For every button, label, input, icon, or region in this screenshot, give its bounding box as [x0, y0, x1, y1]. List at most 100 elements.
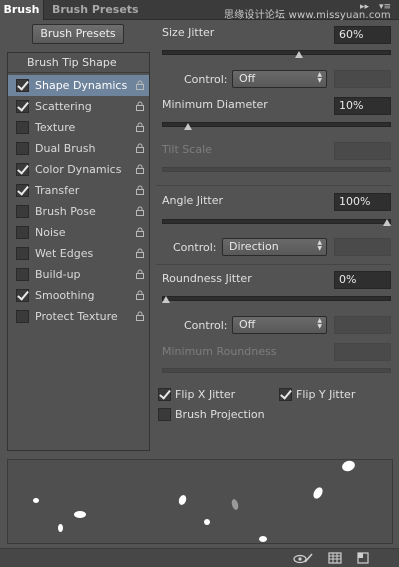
angle-jitter-slider-thumb[interactable] — [383, 219, 391, 226]
option-checkbox[interactable] — [16, 121, 29, 134]
option-checkbox[interactable] — [16, 142, 29, 155]
grid-icon[interactable] — [328, 552, 342, 564]
option-transfer[interactable]: Transfer — [8, 180, 149, 201]
section-divider — [156, 185, 391, 186]
option-shape-dynamics[interactable]: Shape Dynamics — [8, 75, 149, 96]
minimum-diameter-value[interactable]: 10% — [334, 97, 391, 115]
select-arrows-icon: ▲ ▼ — [317, 71, 322, 84]
tab-brush[interactable]: Brush — [0, 0, 44, 20]
roundness-jitter-value[interactable]: 0% — [334, 271, 391, 289]
collapse-icon[interactable]: ▸▸ — [360, 2, 369, 12]
lock-icon[interactable] — [135, 185, 145, 195]
lock-icon[interactable] — [135, 227, 145, 237]
lock-icon[interactable] — [135, 206, 145, 216]
flip-y-checkbox[interactable] — [279, 388, 292, 401]
brush-tip-shape-item[interactable]: Brush Tip Shape — [8, 53, 149, 73]
option-label: Brush Pose — [35, 205, 96, 218]
roundness-control-select[interactable]: Off ▲ ▼ — [232, 316, 327, 334]
size-control-select[interactable]: Off ▲ ▼ — [232, 70, 327, 88]
select-arrows-icon: ▲ ▼ — [317, 239, 322, 252]
lock-icon[interactable] — [135, 143, 145, 153]
roundness-jitter-slider-thumb[interactable] — [162, 296, 170, 303]
brush-presets-button[interactable]: Brush Presets — [32, 24, 124, 44]
minimum-diameter-slider[interactable] — [162, 122, 391, 127]
option-checkbox[interactable] — [16, 310, 29, 323]
size-jitter-slider-thumb[interactable] — [294, 51, 303, 58]
size-jitter-slider[interactable] — [162, 50, 391, 55]
tilt-scale-label: Tilt Scale — [162, 143, 212, 156]
brush-projection-label: Brush Projection — [175, 408, 265, 421]
option-wet-edges[interactable]: Wet Edges — [8, 243, 149, 264]
brush-options-list: Brush Tip Shape Shape Dynamics Scattering… — [7, 52, 150, 451]
size-jitter-value[interactable]: 60% — [334, 26, 391, 44]
angle-jitter-slider[interactable] — [162, 219, 391, 224]
option-checkbox[interactable] — [16, 184, 29, 197]
size-jitter-label: Size Jitter — [162, 26, 215, 39]
eye-brush-icon[interactable] — [293, 552, 313, 564]
option-smoothing[interactable]: Smoothing — [8, 285, 149, 306]
tab-brush-presets[interactable]: Brush Presets — [52, 0, 139, 20]
option-label: Color Dynamics — [35, 163, 122, 176]
preview-dab — [311, 485, 325, 501]
minimum-diameter-label: Minimum Diameter — [162, 98, 268, 111]
option-checkbox[interactable] — [16, 289, 29, 302]
option-label: Build-up — [35, 268, 81, 281]
preview-dab — [33, 498, 39, 503]
roundness-control-label: Control: — [184, 319, 228, 332]
lock-icon[interactable] — [135, 80, 145, 90]
lock-icon[interactable] — [135, 290, 145, 300]
option-checkbox[interactable] — [16, 205, 29, 218]
option-checkbox[interactable] — [16, 100, 29, 113]
option-label: Wet Edges — [35, 247, 94, 260]
roundness-jitter-slider[interactable] — [162, 296, 391, 301]
roundness-control-value: Off — [239, 318, 256, 331]
option-dual-brush[interactable]: Dual Brush — [8, 138, 149, 159]
select-arrows-icon: ▲ ▼ — [317, 317, 322, 330]
option-texture[interactable]: Texture — [8, 117, 149, 138]
angle-control-extra-field — [334, 238, 391, 256]
panel-bottom-bar — [0, 548, 399, 567]
lock-icon[interactable] — [135, 311, 145, 321]
option-checkbox[interactable] — [16, 268, 29, 281]
preview-dab — [204, 519, 210, 525]
brush-stroke-preview — [7, 459, 393, 544]
option-label: Dual Brush — [35, 142, 96, 155]
option-label: Shape Dynamics — [35, 79, 128, 92]
angle-control-label: Control: — [173, 241, 217, 254]
option-label: Noise — [35, 226, 66, 239]
preview-dab — [259, 536, 267, 542]
option-checkbox[interactable] — [16, 79, 29, 92]
new-preset-icon[interactable] — [356, 552, 370, 564]
option-protect-texture[interactable]: Protect Texture — [8, 306, 149, 327]
tilt-scale-slider — [162, 167, 391, 172]
preview-dab — [58, 524, 63, 532]
panel-menu-icon[interactable]: ▾≡ — [379, 2, 391, 12]
lock-icon[interactable] — [135, 122, 145, 132]
option-scattering[interactable]: Scattering — [8, 96, 149, 117]
roundness-control-extra-field — [334, 316, 391, 334]
option-label: Transfer — [35, 184, 80, 197]
roundness-jitter-label: Roundness Jitter — [162, 272, 252, 285]
lock-icon[interactable] — [135, 248, 145, 258]
option-label: Smoothing — [35, 289, 95, 302]
angle-jitter-value[interactable]: 100% — [334, 193, 391, 211]
option-color-dynamics[interactable]: Color Dynamics — [8, 159, 149, 180]
lock-icon[interactable] — [135, 101, 145, 111]
lock-icon[interactable] — [135, 269, 145, 279]
option-checkbox[interactable] — [16, 247, 29, 260]
option-build-up[interactable]: Build-up — [8, 264, 149, 285]
minimum-roundness-value — [334, 343, 391, 361]
option-label: Protect Texture — [35, 310, 118, 323]
flip-x-checkbox[interactable] — [158, 388, 171, 401]
size-control-value: Off — [239, 72, 256, 85]
option-brush-pose[interactable]: Brush Pose — [8, 201, 149, 222]
flip-x-label: Flip X Jitter — [175, 388, 236, 401]
option-checkbox[interactable] — [16, 226, 29, 239]
option-noise[interactable]: Noise — [8, 222, 149, 243]
brush-projection-checkbox[interactable] — [158, 408, 171, 421]
minimum-diameter-slider-thumb[interactable] — [184, 123, 193, 130]
lock-icon[interactable] — [135, 164, 145, 174]
angle-control-select[interactable]: Direction ▲ ▼ — [222, 238, 327, 256]
panel-tab-bar: Brush Brush Presets 思缘设计论坛 www.missyuan.… — [0, 0, 399, 21]
option-checkbox[interactable] — [16, 163, 29, 176]
